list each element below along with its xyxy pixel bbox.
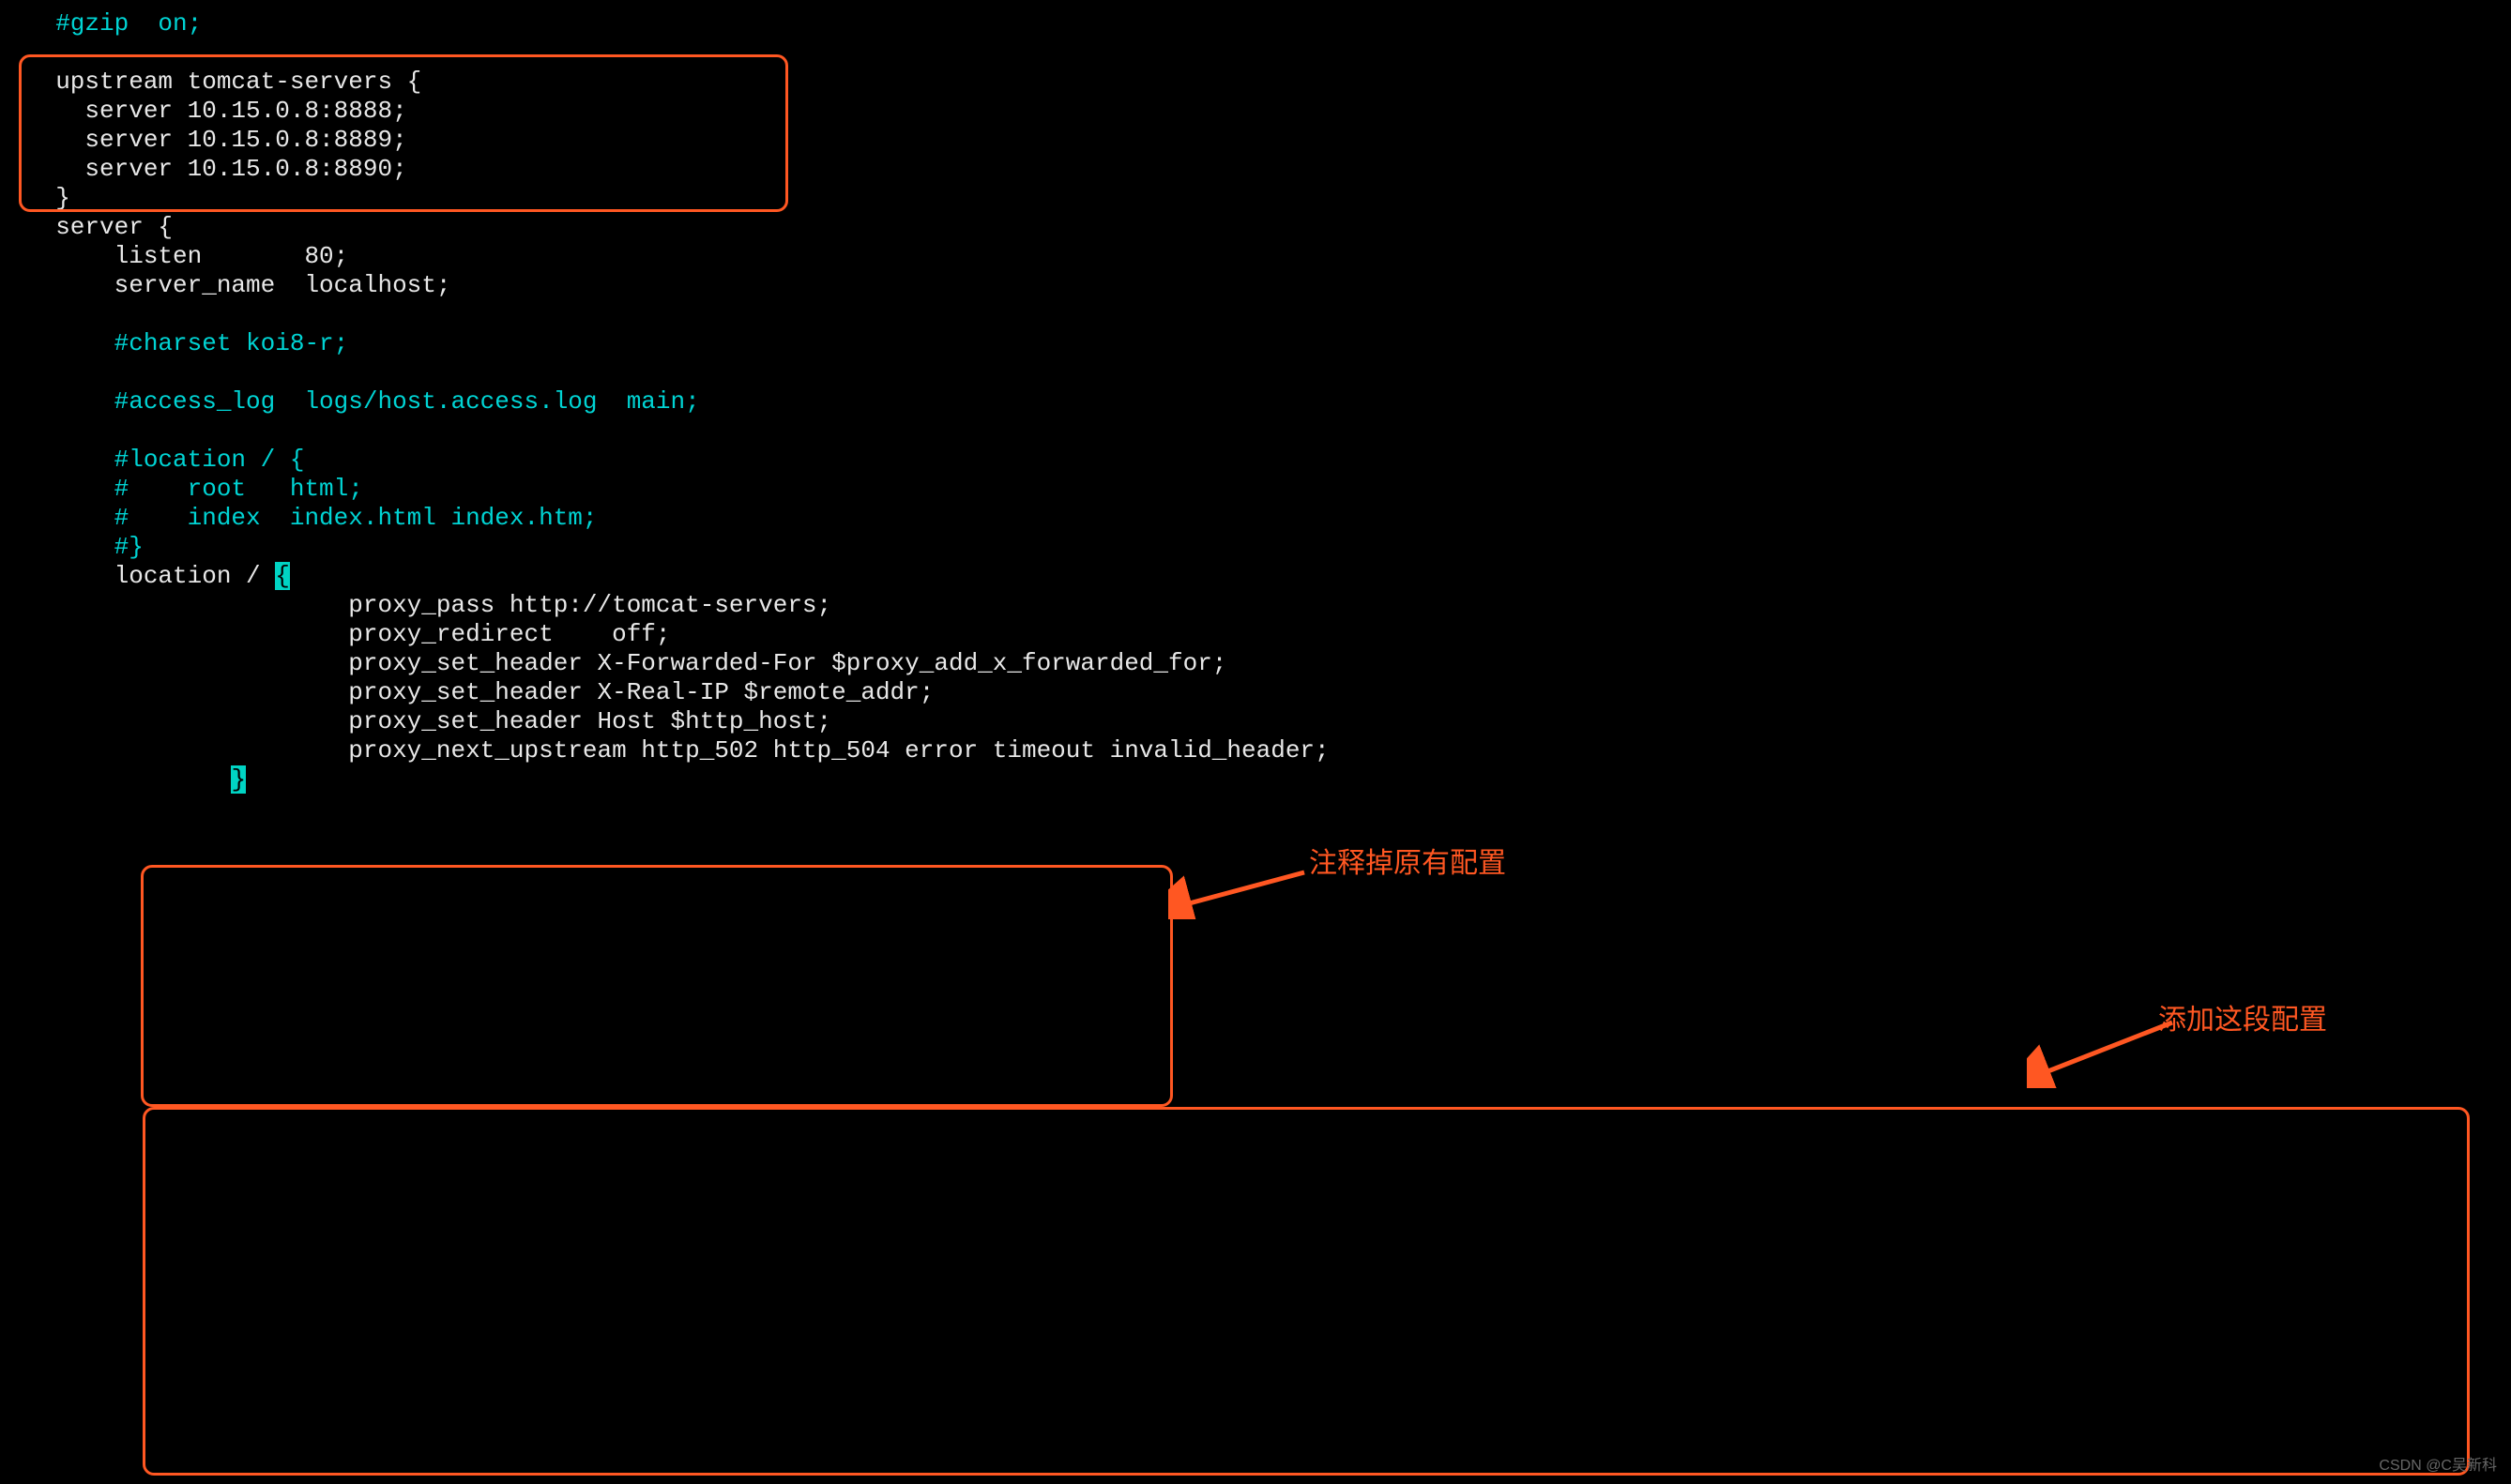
arrow-icon (2027, 1013, 2177, 1088)
code-text: location / (26, 562, 275, 590)
code-line: #} (26, 533, 2511, 562)
arrow-icon (1168, 863, 1309, 919)
watermark-text: CSDN @C吴新科 (2379, 1452, 2497, 1475)
code-line: server 10.15.0.8:8889; (26, 126, 2511, 155)
code-line-blank (26, 358, 2511, 387)
code-line: proxy_set_header X-Real-IP $remote_addr; (26, 678, 2511, 707)
code-line: } (26, 765, 2511, 795)
code-line: #charset koi8-r; (26, 329, 2511, 358)
code-line: listen 80; (26, 242, 2511, 271)
annotation-comment-original: 注释掉原有配置 (1309, 840, 1506, 881)
highlight-box-proxy-location (143, 1107, 2470, 1476)
code-line: server 10.15.0.8:8890; (26, 155, 2511, 184)
code-line: proxy_redirect off; (26, 620, 2511, 649)
code-line-blank (26, 300, 2511, 329)
code-line: server_name localhost; (26, 271, 2511, 300)
cursor-highlight: } (231, 765, 246, 794)
code-line: upstream tomcat-servers { (26, 68, 2511, 97)
code-line: #access_log logs/host.access.log main; (26, 387, 2511, 416)
code-line: # root html; (26, 475, 2511, 504)
code-editor-content: #gzip on; upstream tomcat-servers { serv… (0, 9, 2511, 795)
code-line: proxy_pass http://tomcat-servers; (26, 591, 2511, 620)
code-line: proxy_set_header X-Forwarded-For $proxy_… (26, 649, 2511, 678)
code-line-blank (26, 416, 2511, 446)
code-line: location / { (26, 562, 2511, 591)
cursor-highlight: { (275, 562, 290, 590)
highlight-box-commented-location (141, 865, 1173, 1107)
code-line: server { (26, 213, 2511, 242)
code-line: #gzip on; (26, 9, 2511, 38)
code-line: #location / { (26, 446, 2511, 475)
code-line-blank (26, 38, 2511, 68)
code-line: proxy_set_header Host $http_host; (26, 707, 2511, 736)
code-line: proxy_next_upstream http_502 http_504 er… (26, 736, 2511, 765)
annotation-add-config: 添加这段配置 (2158, 996, 2327, 1037)
code-text (26, 765, 231, 794)
code-line: # index index.html index.htm; (26, 504, 2511, 533)
code-line: } (26, 184, 2511, 213)
code-line: server 10.15.0.8:8888; (26, 97, 2511, 126)
